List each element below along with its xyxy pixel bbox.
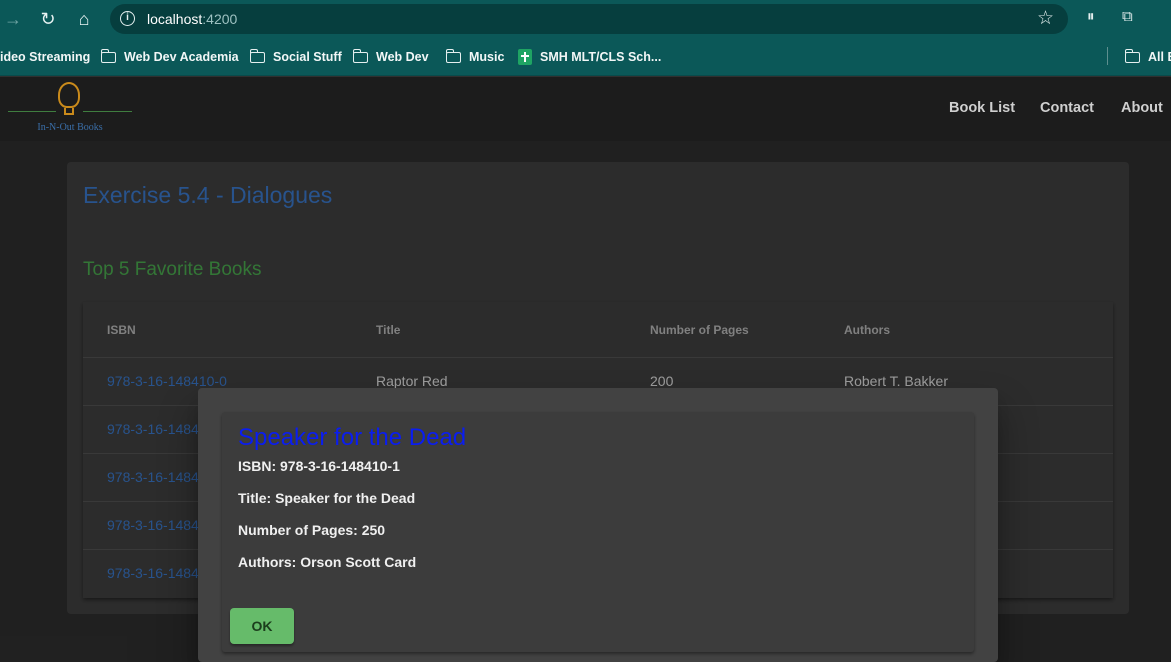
address-bar[interactable]: i localhost:4200 ☆ [110,4,1068,34]
bookmark-label: All B [1148,50,1171,64]
lightbulb-icon [58,82,80,108]
site-info-icon[interactable]: i [120,11,135,26]
nav-book-list[interactable]: Book List [949,100,1015,116]
bookmark-item[interactable]: ideo Streaming [0,48,90,66]
nav-contact[interactable]: Contact [1040,100,1094,116]
bookmark-label: Music [469,50,505,64]
media-control-icon[interactable]: ⏸ [1087,8,1095,25]
logo-line-right [83,111,132,112]
url-port: :4200 [202,11,238,27]
folder-icon [1124,48,1140,63]
bookmark-label: SMH MLT/CLS Sch... [540,50,662,64]
bookmark-label: Web Dev Academia [124,50,239,64]
dialog-card: Speaker for the Dead ISBN: 978-3-16-1484… [222,412,974,652]
bookmark-folder[interactable]: All B [1124,48,1171,66]
bookmark-label: Social Stuff [273,50,342,64]
bookmarks-bar: ideo Streaming Web Dev Academia Social S… [0,38,1171,76]
url-text: localhost:4200 [147,11,237,27]
reload-icon[interactable]: ↻ [35,6,61,32]
url-host: localhost [147,11,203,27]
nav-about[interactable]: About [1121,100,1163,116]
extensions-icon[interactable]: ⧉ [1122,8,1133,25]
folder-icon [445,48,461,63]
dialog-authors: Authors: Orson Scott Card [238,554,417,570]
folder-icon [352,48,368,63]
dialog-title: Speaker for the Dead [238,424,467,451]
app-logo[interactable]: In-N-Out Books [8,79,132,137]
lightbulb-base [64,108,74,115]
bookmark-star-icon[interactable]: ☆ [1037,7,1054,30]
logo-line-left [8,111,56,112]
bookmark-folder[interactable]: Web Dev Academia [100,48,239,66]
logo-text: In-N-Out Books [37,122,103,133]
folder-icon [100,48,116,63]
book-details-dialog: Speaker for the Dead ISBN: 978-3-16-1484… [198,388,998,662]
dialog-isbn: ISBN: 978-3-16-148410-1 [238,458,400,474]
sheets-icon [518,49,532,65]
home-icon[interactable]: ⌂ [71,6,97,32]
bookmark-folder[interactable]: Web Dev [352,48,429,66]
forward-icon[interactable]: → [0,6,26,32]
bookmark-item[interactable]: SMH MLT/CLS Sch... [518,48,661,66]
dialog-pages: Number of Pages: 250 [238,522,386,538]
bookmark-label: ideo Streaming [0,50,91,64]
folder-icon [249,48,265,63]
bookmarks-divider [1107,47,1108,65]
dialog-book-title: Title: Speaker for the Dead [238,490,416,506]
app-toolbar: In-N-Out Books Book List Contact About [0,77,1171,141]
bookmark-folder[interactable]: Social Stuff [249,48,342,66]
bookmark-folder[interactable]: Music [445,48,505,66]
browser-toolbar: → ↻ ⌂ i localhost:4200 ☆ ⏸ ⧉ [0,0,1171,38]
ok-button[interactable]: OK [230,608,294,644]
bookmark-label: Web Dev [376,50,429,64]
